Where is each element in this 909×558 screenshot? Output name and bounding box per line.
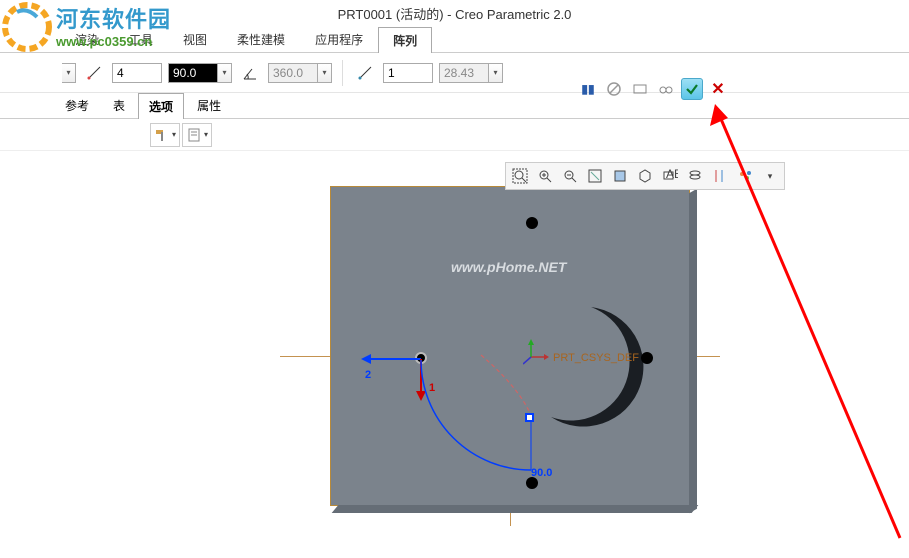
angle-icon[interactable] bbox=[238, 61, 262, 85]
cancel-button[interactable]: ✕ bbox=[707, 78, 729, 100]
3d-viewport[interactable]: AB ▾ www.pHome.NET bbox=[0, 156, 909, 558]
dim2-count-input[interactable] bbox=[383, 63, 433, 83]
layers-icon[interactable] bbox=[683, 165, 707, 187]
ribbon-tabs: 渲染 工具 视图 柔性建模 应用程序 阵列 bbox=[0, 27, 909, 53]
tab-view[interactable]: 视图 bbox=[168, 26, 222, 52]
dim1-count-input[interactable] bbox=[112, 63, 162, 83]
pattern-sub-tabs: 尺寸 参考 表 选项 属性 bbox=[0, 93, 909, 119]
axis-2-label: 2 bbox=[365, 369, 371, 381]
dim1-total-dropdown[interactable]: ▾ bbox=[318, 63, 332, 83]
zoom-in-icon[interactable] bbox=[533, 165, 557, 187]
pause-button[interactable]: ▮▮ bbox=[577, 78, 599, 100]
dim1-total-input bbox=[268, 63, 318, 83]
datum-dropdown[interactable]: ▾ bbox=[758, 165, 782, 187]
dim-direction-1-icon[interactable] bbox=[82, 61, 106, 85]
model-tree-toolbar: ▾ ▾ bbox=[0, 119, 909, 151]
tab-app[interactable]: 应用程序 bbox=[300, 26, 378, 52]
sub-tab-options[interactable]: 选项 bbox=[138, 93, 184, 119]
sub-tab-table[interactable]: 表 bbox=[102, 92, 136, 118]
view-toolbar: AB ▾ bbox=[505, 162, 785, 190]
feature-confirm-group: ▮▮ ✕ bbox=[577, 78, 729, 100]
canvas-watermark: www.pHome.NET bbox=[451, 259, 566, 275]
saved-views-icon[interactable] bbox=[633, 165, 657, 187]
no-preview-icon[interactable] bbox=[603, 78, 625, 100]
tab-flex[interactable]: 柔性建模 bbox=[222, 26, 300, 52]
display-style-icon[interactable] bbox=[608, 165, 632, 187]
svg-text:AB: AB bbox=[666, 168, 678, 181]
dim2-value-dropdown[interactable]: ▾ bbox=[489, 63, 503, 83]
preview-icon[interactable] bbox=[629, 78, 651, 100]
pattern-member-1[interactable] bbox=[526, 217, 538, 229]
tree-tool-2[interactable]: ▾ bbox=[182, 123, 212, 147]
window-title: PRT0001 (活动的) - Creo Parametric 2.0 bbox=[0, 0, 909, 27]
repaint-icon[interactable] bbox=[583, 165, 607, 187]
annotation-icon[interactable]: AB bbox=[658, 165, 682, 187]
pattern-toolbar: ▾ ▾ ▾ ▾ bbox=[0, 53, 909, 93]
dim1-value-input[interactable] bbox=[168, 63, 218, 83]
sub-tab-props[interactable]: 属性 bbox=[186, 92, 232, 118]
dim1-value-dropdown[interactable]: ▾ bbox=[218, 63, 232, 83]
zoom-out-icon[interactable] bbox=[558, 165, 582, 187]
glasses-icon[interactable] bbox=[655, 78, 677, 100]
tab-tools[interactable]: 工具 bbox=[114, 26, 168, 52]
ok-button[interactable] bbox=[681, 78, 703, 100]
pattern-type-dropdown[interactable]: ▾ bbox=[62, 63, 76, 83]
dim-direction-2-icon[interactable] bbox=[353, 61, 377, 85]
dimension-arc bbox=[421, 355, 561, 485]
sub-tab-refs[interactable]: 参考 bbox=[54, 92, 100, 118]
hammer-icon bbox=[154, 127, 170, 143]
tab-pattern[interactable]: 阵列 bbox=[378, 27, 432, 53]
dim2-value-input bbox=[439, 63, 489, 83]
tree-tool-1[interactable]: ▾ bbox=[150, 123, 180, 147]
dim-value-label[interactable]: 90.0 bbox=[531, 467, 552, 479]
drag-handle[interactable] bbox=[525, 413, 534, 422]
tools-icon[interactable] bbox=[708, 165, 732, 187]
document-icon bbox=[186, 127, 202, 143]
csys-icon bbox=[523, 339, 549, 365]
datum-display-icon[interactable] bbox=[733, 165, 757, 187]
tab-render[interactable]: 渲染 bbox=[60, 26, 114, 52]
part-slab: www.pHome.NET 2 1 bbox=[330, 186, 690, 506]
refit-icon[interactable] bbox=[508, 165, 532, 187]
csys-label: PRT_CSYS_DEF bbox=[553, 352, 639, 364]
model-stage: www.pHome.NET 2 1 bbox=[300, 186, 720, 546]
pattern-member-2[interactable] bbox=[641, 352, 653, 364]
